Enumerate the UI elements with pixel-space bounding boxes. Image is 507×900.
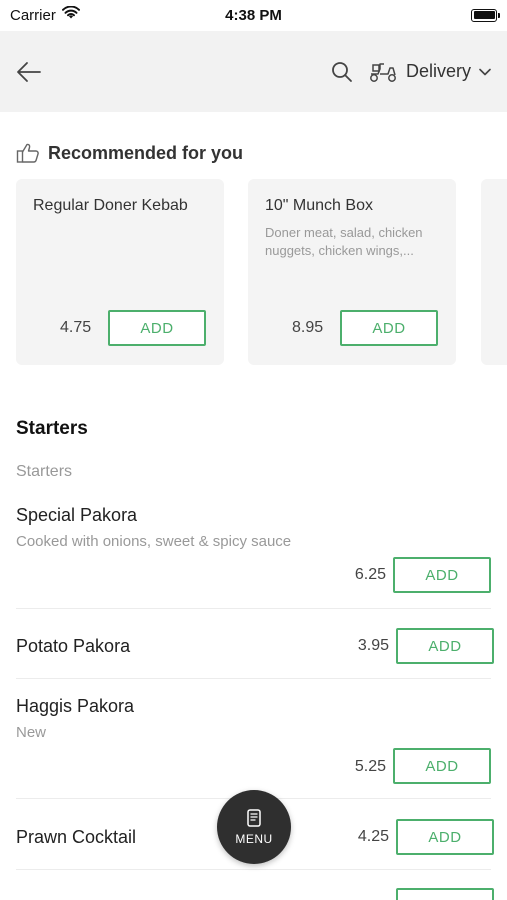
menu-fab-button[interactable]: MENU bbox=[217, 790, 291, 864]
recommended-card-name: Regular Doner Kebab bbox=[33, 197, 188, 214]
add-button[interactable]: ADD bbox=[108, 310, 206, 346]
battery-icon bbox=[471, 8, 500, 22]
divider bbox=[16, 608, 491, 609]
menu-book-icon bbox=[247, 809, 261, 827]
chevron-down-icon bbox=[479, 68, 491, 75]
delivery-label: Delivery bbox=[405, 61, 471, 81]
status-bar: Carrier 4:38 PM bbox=[0, 0, 507, 30]
recommended-card-peek[interactable] bbox=[481, 179, 507, 365]
recommended-header: Recommended for you bbox=[16, 142, 243, 164]
recommended-card[interactable]: Regular Doner Kebab 4.75 ADD bbox=[16, 179, 224, 365]
back-button[interactable] bbox=[16, 59, 42, 85]
status-right bbox=[327, 8, 500, 22]
category-subtitle: Starters bbox=[16, 463, 73, 480]
search-icon bbox=[332, 61, 352, 82]
recommended-card-price: 8.95 bbox=[292, 319, 324, 336]
menu-item-name[interactable]: Potato Pakora bbox=[16, 636, 130, 657]
recommended-card-name: 10" Munch Box bbox=[265, 197, 373, 214]
section-title: Starters bbox=[16, 418, 88, 439]
divider bbox=[16, 678, 491, 679]
menu-item-desc: Cooked with onions, sweet & spicy sauce bbox=[16, 533, 292, 550]
delivery-selector[interactable]: Delivery bbox=[368, 61, 491, 83]
menu-fab-label: MENU bbox=[235, 832, 273, 846]
scooter-icon bbox=[370, 62, 396, 82]
recommended-title: Recommended for you bbox=[48, 142, 244, 163]
thumbs-up-icon bbox=[16, 143, 39, 163]
add-button[interactable]: ADD bbox=[396, 819, 494, 855]
recommended-card-price: 4.75 bbox=[60, 319, 92, 336]
back-arrow-icon bbox=[17, 61, 41, 82]
carrier-label: Carrier bbox=[10, 6, 56, 24]
menu-item-name[interactable]: Prawn Cocktail bbox=[16, 827, 136, 848]
menu-item-price: 6.25 bbox=[354, 566, 386, 583]
add-button[interactable]: ADD bbox=[393, 748, 491, 784]
add-button[interactable]: ADD bbox=[396, 628, 494, 664]
menu-item-name[interactable]: Haggis Pakora bbox=[16, 696, 134, 717]
recommended-carousel[interactable]: Regular Doner Kebab 4.75 ADD 10" Munch B… bbox=[16, 179, 507, 365]
menu-item-price: 5.25 bbox=[354, 758, 386, 775]
menu-item-name[interactable]: Special Pakora bbox=[16, 505, 137, 526]
search-button[interactable] bbox=[330, 60, 354, 84]
recommended-card-desc: Doner meat, salad, chicken nuggets, chic… bbox=[265, 225, 423, 258]
status-left: Carrier bbox=[10, 5, 180, 24]
menu-item-desc: New bbox=[16, 724, 47, 741]
status-time: 4:38 PM bbox=[225, 6, 282, 24]
add-button[interactable]: ADD bbox=[340, 310, 438, 346]
menu-item-price: 4.25 bbox=[357, 828, 389, 845]
wifi-icon bbox=[61, 5, 80, 24]
add-button[interactable]: ADD bbox=[393, 557, 491, 593]
nav-header: Delivery bbox=[0, 31, 507, 112]
divider bbox=[16, 869, 491, 870]
recommended-card[interactable]: 10" Munch Box Doner meat, salad, chicken… bbox=[248, 179, 456, 365]
menu-item-price: 3.95 bbox=[357, 637, 389, 654]
add-button-partial[interactable] bbox=[396, 888, 494, 900]
